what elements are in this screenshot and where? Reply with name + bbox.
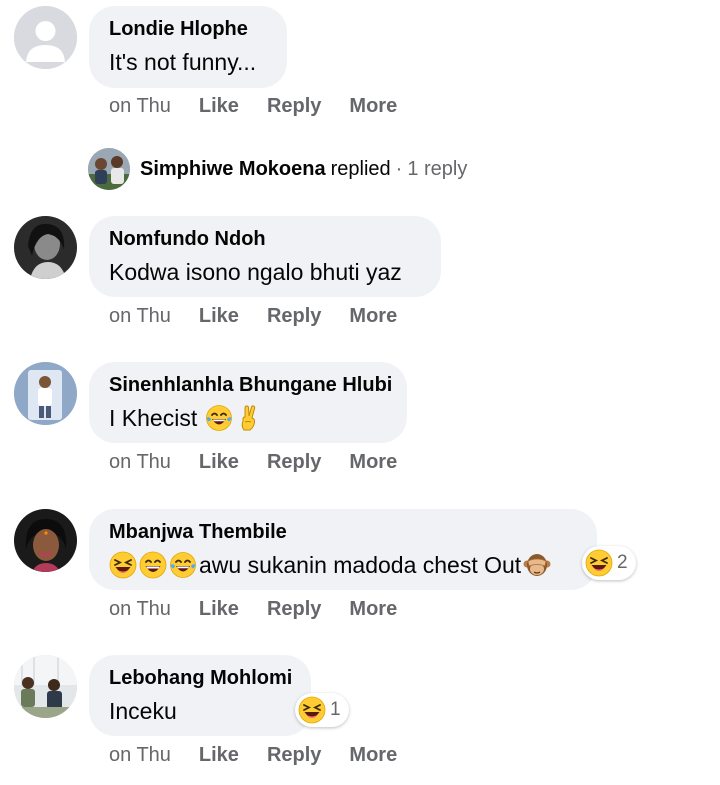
- reply-verb: replied: [330, 157, 391, 180]
- comment-text: Inceku: [109, 696, 291, 726]
- grinning-emoji: [139, 551, 167, 579]
- avatar[interactable]: [14, 362, 77, 425]
- like-button[interactable]: Like: [199, 744, 239, 767]
- comment-timestamp[interactable]: on Thu: [109, 305, 171, 328]
- comment-bubble: Nomfundo Ndoh Kodwa isono ngalo bhuti ya…: [89, 216, 441, 297]
- like-button[interactable]: Like: [199, 598, 239, 621]
- comment-author[interactable]: Lebohang Mohlomi: [109, 666, 292, 690]
- like-button[interactable]: Like: [199, 451, 239, 474]
- comment-text-content: I Khecist: [109, 405, 198, 431]
- squinting-laugh-emoji: [585, 549, 613, 577]
- profile-photo-icon: [14, 509, 77, 572]
- tears-of-joy-emoji: [169, 551, 197, 579]
- laughing-emoji: [109, 551, 137, 579]
- reply-button[interactable]: Reply: [267, 95, 321, 118]
- comment-author[interactable]: Nomfundo Ndoh: [109, 227, 421, 251]
- comment-text: Kodwa isono ngalo bhuti yaz: [109, 257, 421, 287]
- comment-bubble: Lebohang Mohlomi Inceku: [89, 655, 311, 736]
- avatar[interactable]: [14, 509, 77, 572]
- comment-text-content: Kodwa isono ngalo bhuti yaz: [109, 259, 402, 285]
- more-button[interactable]: More: [349, 744, 397, 767]
- reply-button[interactable]: Reply: [267, 451, 321, 474]
- reaction-summary[interactable]: 1: [295, 693, 349, 727]
- default-profile-icon: [14, 6, 77, 69]
- avatar[interactable]: [14, 216, 77, 279]
- profile-photo-icon: [14, 216, 77, 279]
- comment-actions: on Thu Like Reply More: [109, 305, 425, 328]
- avatar[interactable]: [14, 655, 77, 718]
- comment-actions: on Thu Like Reply More: [109, 95, 425, 118]
- comment-text: I Khecist: [109, 403, 387, 433]
- comment-text-content: It's not funny...: [109, 49, 257, 75]
- comment-bubble: Londie Hlophe It's not funny...: [89, 6, 287, 88]
- comment-author[interactable]: Londie Hlophe: [109, 17, 267, 41]
- reaction-count: 2: [617, 552, 628, 573]
- reply-button[interactable]: Reply: [267, 305, 321, 328]
- like-button[interactable]: Like: [199, 95, 239, 118]
- profile-photo-icon: [14, 655, 77, 718]
- reply-author[interactable]: Simphiwe Mokoena: [140, 158, 326, 181]
- comment-author[interactable]: Sinenhlanhla Bhungane Hlubi: [109, 373, 392, 397]
- comment-timestamp[interactable]: on Thu: [109, 598, 171, 621]
- comment-actions: on Thu Like Reply More: [109, 598, 425, 621]
- separator: ·: [395, 157, 403, 180]
- tears-of-joy-emoji: [205, 404, 233, 432]
- comment-timestamp[interactable]: on Thu: [109, 744, 171, 767]
- view-replies-link[interactable]: Simphiwe Mokoena replied · 1 reply: [88, 148, 467, 190]
- comment-text: awu sukanin madoda chest Out: [109, 550, 577, 580]
- reaction-summary[interactable]: 2: [582, 546, 636, 580]
- reply-button[interactable]: Reply: [267, 598, 321, 621]
- comment-author[interactable]: Mbanjwa Thembile: [109, 520, 577, 544]
- comment-text-content: Inceku: [109, 698, 177, 724]
- comment-text: It's not funny...: [109, 47, 267, 77]
- comment-actions: on Thu Like Reply More: [109, 451, 425, 474]
- reaction-count: 1: [330, 699, 341, 720]
- reply-count[interactable]: 1 reply: [407, 158, 467, 181]
- more-button[interactable]: More: [349, 598, 397, 621]
- comment-bubble: Mbanjwa Thembile awu sukanin madoda ches…: [89, 509, 597, 590]
- squinting-laugh-emoji: [298, 696, 326, 724]
- profile-photo-icon: [14, 362, 77, 425]
- avatar[interactable]: [14, 6, 77, 69]
- avatar: [88, 148, 130, 190]
- comment-timestamp[interactable]: on Thu: [109, 95, 171, 118]
- more-button[interactable]: More: [349, 305, 397, 328]
- reply-button[interactable]: Reply: [267, 744, 321, 767]
- comment-bubble: Sinenhlanhla Bhungane Hlubi I Khecist: [89, 362, 407, 443]
- comment-actions: on Thu Like Reply More: [109, 744, 425, 767]
- comment-timestamp[interactable]: on Thu: [109, 451, 171, 474]
- comment-text-content: awu sukanin madoda chest Out: [199, 552, 522, 578]
- more-button[interactable]: More: [349, 451, 397, 474]
- more-button[interactable]: More: [349, 95, 397, 118]
- profile-photo-icon: [88, 148, 130, 190]
- see-no-evil-monkey-emoji: [523, 551, 551, 579]
- victory-hand-emoji: [235, 404, 263, 432]
- like-button[interactable]: Like: [199, 305, 239, 328]
